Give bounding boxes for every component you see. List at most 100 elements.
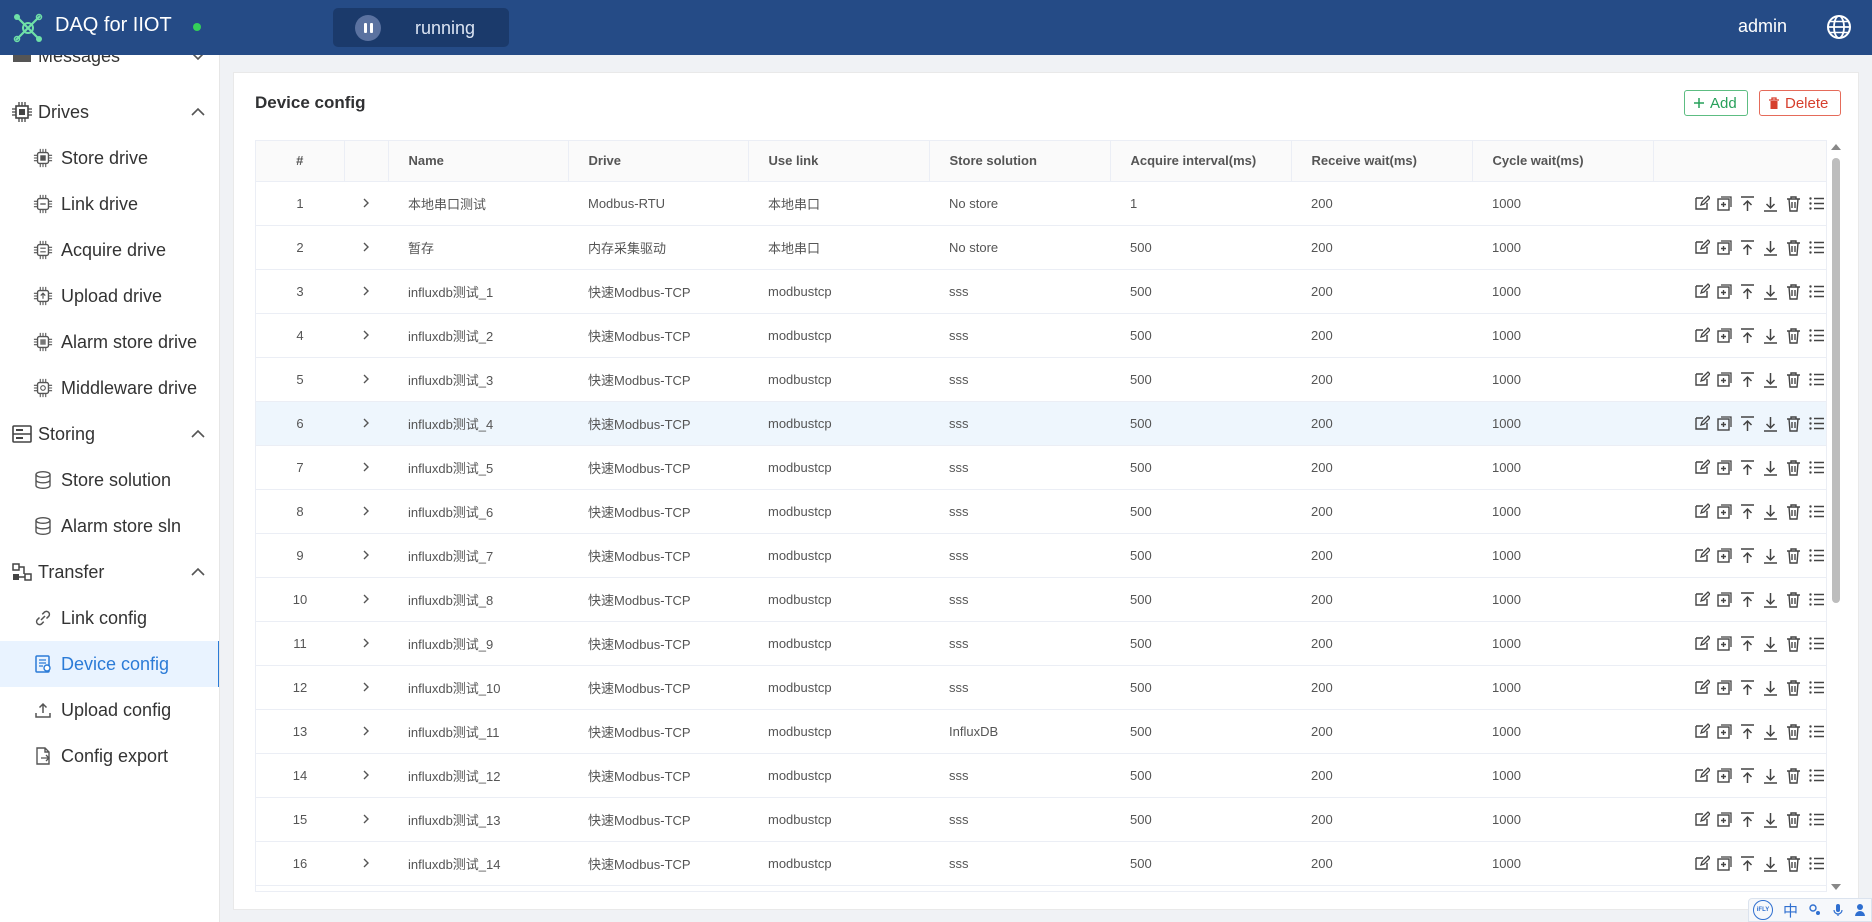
list-icon[interactable]: [1808, 723, 1825, 740]
table-row[interactable]: 7 influxdb测试_5 快速Modbus-TCP modbustcp sss 500…: [256, 445, 1826, 490]
trash-icon[interactable]: [1785, 591, 1802, 608]
sidebar-item-acquire-drive[interactable]: Acquire drive: [0, 227, 219, 273]
list-icon[interactable]: [1808, 327, 1825, 344]
list-icon[interactable]: [1808, 195, 1825, 212]
sidebar-item-store-drive[interactable]: Store drive: [0, 135, 219, 181]
microphone-icon[interactable]: [1832, 903, 1844, 917]
trash-icon[interactable]: [1785, 723, 1802, 740]
trash-icon[interactable]: [1785, 195, 1802, 212]
list-icon[interactable]: [1808, 503, 1825, 520]
chevron-right-icon[interactable]: [361, 638, 371, 648]
edit-icon[interactable]: [1693, 502, 1710, 520]
chevron-right-icon[interactable]: [361, 374, 371, 384]
sidebar-group-storing[interactable]: Storing: [0, 411, 219, 457]
move-top-icon[interactable]: [1739, 371, 1756, 388]
copy-add-icon[interactable]: [1716, 723, 1733, 740]
sidebar-item-upload-drive[interactable]: Upload drive: [0, 273, 219, 319]
list-icon[interactable]: [1808, 679, 1825, 696]
sidebar-item-link-drive[interactable]: Link drive: [0, 181, 219, 227]
edit-icon[interactable]: [1693, 414, 1710, 432]
sidebar-item-alarm-store-sln[interactable]: Alarm store sln: [0, 503, 219, 549]
download-icon[interactable]: [1762, 723, 1779, 740]
chevron-right-icon[interactable]: [361, 726, 371, 736]
user-icon[interactable]: [1854, 903, 1866, 917]
move-top-icon[interactable]: [1739, 239, 1756, 256]
column-header-drive[interactable]: Drive: [568, 141, 749, 182]
edit-icon[interactable]: [1693, 326, 1710, 344]
copy-add-icon[interactable]: [1716, 283, 1733, 300]
trash-icon[interactable]: [1785, 415, 1802, 432]
row-expand-cell[interactable]: [344, 225, 388, 270]
trash-icon[interactable]: [1785, 327, 1802, 344]
trash-icon[interactable]: [1785, 503, 1802, 520]
list-icon[interactable]: [1808, 767, 1825, 784]
sidebar-item-link-config[interactable]: Link config: [0, 595, 219, 641]
copy-add-icon[interactable]: [1716, 327, 1733, 344]
move-top-icon[interactable]: [1739, 415, 1756, 432]
chevron-right-icon[interactable]: [361, 770, 371, 780]
row-expand-cell[interactable]: [344, 401, 388, 446]
ime-badge[interactable]: iFLY: [1753, 900, 1773, 920]
list-icon[interactable]: [1808, 635, 1825, 652]
trash-icon[interactable]: [1785, 679, 1802, 696]
copy-add-icon[interactable]: [1716, 503, 1733, 520]
row-expand-cell[interactable]: [344, 709, 388, 754]
add-button[interactable]: Add: [1684, 90, 1748, 116]
download-icon[interactable]: [1762, 327, 1779, 344]
table-row[interactable]: 14 influxdb测试_12 快速Modbus-TCP modbustcp sss 5…: [256, 753, 1826, 798]
row-expand-cell[interactable]: [344, 577, 388, 622]
table-row[interactable]: 11 influxdb测试_9 快速Modbus-TCP modbustcp sss 50…: [256, 621, 1826, 666]
sidebar-item-device-config[interactable]: Device config: [0, 641, 219, 687]
list-icon[interactable]: [1808, 547, 1825, 564]
table-row[interactable]: 5 influxdb测试_3 快速Modbus-TCP modbustcp sss 500…: [256, 357, 1826, 402]
copy-add-icon[interactable]: [1716, 459, 1733, 476]
chevron-right-icon[interactable]: [361, 462, 371, 472]
move-top-icon[interactable]: [1739, 459, 1756, 476]
edit-icon[interactable]: [1693, 678, 1710, 696]
trash-icon[interactable]: [1785, 371, 1802, 388]
table-row[interactable]: 10 influxdb测试_8 快速Modbus-TCP modbustcp sss 50…: [256, 577, 1826, 622]
table-row[interactable]: 1 本地串口测试 Modbus-RTU 本地串口 No store 1 200 1000: [256, 181, 1826, 226]
download-icon[interactable]: [1762, 591, 1779, 608]
edit-icon[interactable]: [1693, 370, 1710, 388]
copy-add-icon[interactable]: [1716, 371, 1733, 388]
row-expand-cell[interactable]: [344, 621, 388, 666]
move-top-icon[interactable]: [1739, 767, 1756, 784]
table-row[interactable]: 13 influxdb测试_11 快速Modbus-TCP modbustcp Infl…: [256, 709, 1826, 754]
edit-icon[interactable]: [1693, 282, 1710, 300]
chevron-right-icon[interactable]: [361, 242, 371, 252]
row-expand-cell[interactable]: [344, 797, 388, 842]
download-icon[interactable]: [1762, 283, 1779, 300]
download-icon[interactable]: [1762, 679, 1779, 696]
trash-icon[interactable]: [1785, 459, 1802, 476]
edit-icon[interactable]: [1693, 238, 1710, 256]
download-icon[interactable]: [1762, 415, 1779, 432]
globe-icon[interactable]: [1826, 14, 1852, 40]
move-top-icon[interactable]: [1739, 635, 1756, 652]
table-row[interactable]: 15 influxdb测试_13 快速Modbus-TCP modbustcp sss 5…: [256, 797, 1826, 842]
edit-icon[interactable]: [1693, 546, 1710, 564]
edit-icon[interactable]: [1693, 634, 1710, 652]
download-icon[interactable]: [1762, 195, 1779, 212]
move-top-icon[interactable]: [1739, 503, 1756, 520]
chevron-right-icon[interactable]: [361, 286, 371, 296]
sidebar-group-drives[interactable]: Drives: [0, 89, 219, 135]
list-icon[interactable]: [1808, 459, 1825, 476]
sidebar-item-middleware-drive[interactable]: Middleware drive: [0, 365, 219, 411]
download-icon[interactable]: [1762, 371, 1779, 388]
copy-add-icon[interactable]: [1716, 547, 1733, 564]
trash-icon[interactable]: [1785, 547, 1802, 564]
table-row[interactable]: 4 influxdb测试_2 快速Modbus-TCP modbustcp sss 500…: [256, 313, 1826, 358]
row-expand-cell[interactable]: [344, 181, 388, 226]
move-top-icon[interactable]: [1739, 195, 1756, 212]
chevron-right-icon[interactable]: [361, 506, 371, 516]
ime-settings-icon[interactable]: [1808, 903, 1822, 917]
chevron-right-icon[interactable]: [361, 682, 371, 692]
trash-icon[interactable]: [1785, 283, 1802, 300]
trash-icon[interactable]: [1785, 239, 1802, 256]
edit-icon[interactable]: [1693, 810, 1710, 828]
sidebar-group-messages[interactable]: Messages: [0, 55, 219, 79]
move-top-icon[interactable]: [1739, 547, 1756, 564]
copy-add-icon[interactable]: [1716, 811, 1733, 828]
column-header-use-link[interactable]: Use link: [748, 141, 930, 182]
